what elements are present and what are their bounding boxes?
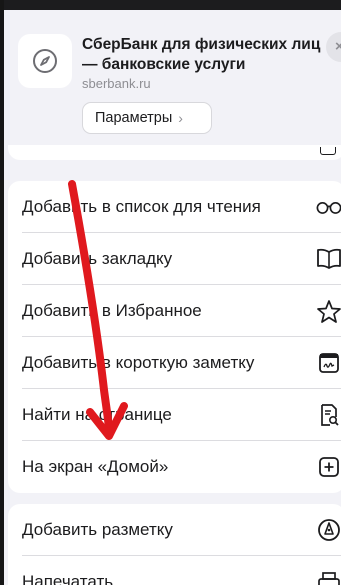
share-sheet: СберБанк для физических лиц — банковские… [0, 0, 341, 585]
menu-item-add-quick-note[interactable]: Добавить в короткую заметку [8, 337, 341, 389]
parameters-button[interactable]: Параметры › [82, 102, 212, 134]
top-edge [4, 0, 341, 10]
menu-item-label: Найти на странице [22, 405, 172, 424]
menu-item-add-to-home-screen[interactable]: На экран «Домой» [8, 441, 341, 493]
menu-item-label: Добавить в Избранное [22, 301, 202, 320]
previous-group-sliver [8, 145, 341, 160]
menu-item-print[interactable]: Напечатать [8, 556, 341, 585]
find-on-page-icon [316, 403, 341, 427]
share-header: СберБанк для физических лиц — банковские… [8, 10, 341, 145]
menu-item-label: Добавить закладку [22, 249, 173, 268]
menu-item-label: На экран «Домой» [22, 457, 169, 476]
close-icon: × [335, 38, 341, 55]
menu-item-add-markup[interactable]: Добавить разметку [8, 504, 341, 556]
site-title: СберБанк для физических лиц — банковские… [82, 36, 321, 73]
markup-pen-icon [316, 518, 341, 542]
parameters-label: Параметры [95, 110, 173, 126]
site-url: sberbank.ru [82, 76, 151, 91]
add-square-icon [316, 455, 341, 479]
menu-item-label: Добавить разметку [22, 520, 173, 539]
menu-item-find-on-page[interactable]: Найти на странице [8, 389, 341, 441]
printer-icon [316, 570, 341, 585]
chevron-right-icon: › [178, 110, 183, 126]
actions-group: Добавить в список для чтения Добавить за… [8, 181, 341, 493]
menu-item-label: Добавить в список для чтения [22, 197, 261, 216]
menu-item-add-reading-list[interactable]: Добавить в список для чтения [8, 181, 341, 233]
menu-item-label: Напечатать [22, 572, 114, 585]
star-icon [316, 299, 341, 323]
reading-list-glasses-icon [316, 195, 341, 219]
compass-icon [18, 34, 72, 88]
actions-group-2: Добавить разметку Напечатать [8, 504, 341, 585]
menu-item-add-favorites[interactable]: Добавить в Избранное [8, 285, 341, 337]
menu-item-add-bookmark[interactable]: Добавить закладку [8, 233, 341, 285]
book-icon [316, 247, 341, 271]
close-button[interactable]: × [326, 32, 341, 62]
partial-icon [320, 147, 336, 155]
quick-note-icon [316, 351, 341, 375]
menu-item-label: Добавить в короткую заметку [22, 353, 255, 372]
